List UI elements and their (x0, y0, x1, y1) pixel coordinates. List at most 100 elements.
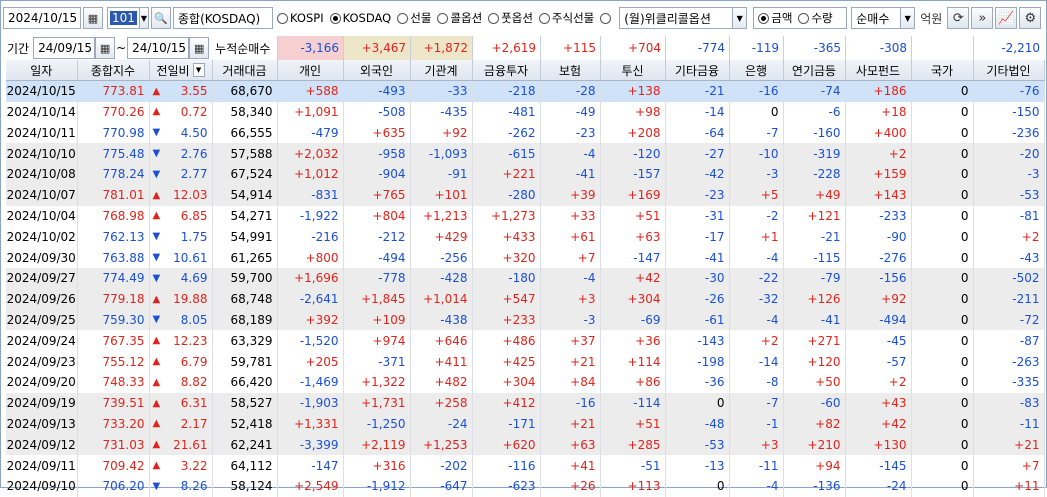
net-buy-cell: -143 (665, 330, 730, 352)
net-buy-cell: +433 (472, 226, 541, 248)
trade-value-cell: 52,418 (212, 413, 278, 435)
table-row[interactable]: 2024/09/23 755.12 ▲ 6.79 59,781 +205 -371 +411 +… (6, 351, 1045, 372)
gear-icon[interactable]: ⚙ (1019, 7, 1042, 29)
net-buy-cell: +635 (343, 122, 411, 144)
table-row[interactable]: 2024/09/19 739.51 ▲ 6.31 58,527 -1,903 +1,731 +… (6, 392, 1045, 414)
change-value: 10.61 (173, 250, 208, 265)
net-buy-cell: +412 (472, 392, 541, 414)
table-row[interactable]: 2024/09/13 733.20 ▲ 2.17 52,418 +1,331 -1,250-… (6, 413, 1045, 435)
column-header[interactable]: 전일비 ▼ (149, 60, 213, 82)
column-header[interactable]: 일자 (6, 60, 78, 82)
index-cell: 770.98 (77, 122, 150, 144)
table-row[interactable]: 2024/09/12 731.03 ▲ 21.61 62,241 -3,399 +2,119… (6, 434, 1045, 456)
chevron-down-icon[interactable]: ▼ (732, 8, 747, 28)
table-row[interactable]: 2024/10/14 770.26 ▲ 0.72 58,340 +1,091 -508 -43… (6, 101, 1045, 123)
net-buy-cell: -3 (729, 163, 784, 185)
triangle-down-icon: ▼ (152, 127, 161, 139)
table-row[interactable]: 2024/10/11 770.98 ▼ 4.50 66,555 -479 +635 +92 -2… (6, 122, 1045, 144)
code-combo[interactable]: 101 ▼ (107, 7, 149, 29)
index-name-field: 종합(KOSDAQ) (173, 7, 273, 29)
column-header[interactable]: 은행 (729, 60, 784, 82)
net-buy-cell: +92 (410, 122, 473, 144)
table-row[interactable]: 2024/10/08 778.24 ▼ 2.77 67,524 +1,012 -904 -91… (6, 163, 1045, 185)
date-cell: 2024/10/08 (6, 163, 78, 185)
trade-value-cell: 64,112 (212, 455, 278, 476)
radio-quantity[interactable]: 수량 (798, 10, 833, 26)
table-row[interactable]: 2024/10/15 773.81 ▲ 3.55 68,670 +588 -493 -33 -2… (6, 80, 1045, 102)
column-header[interactable]: 투신 (600, 60, 666, 82)
table-row[interactable]: 2024/09/20 748.33 ▲ 8.82 66,420 -1,469 +1,322 +… (6, 371, 1045, 393)
table-row[interactable]: 2024/10/07 781.01 ▲ 12.03 54,914 -831 +765 +101… (6, 184, 1045, 206)
column-header[interactable]: 금융투자 (472, 60, 541, 82)
column-header[interactable]: 기타금융 (665, 60, 730, 82)
cumulative-sum-cell: +704 (600, 36, 665, 60)
radio-weekly[interactable] (600, 12, 612, 24)
table-row[interactable]: 2024/10/10 775.48 ▼ 2.76 57,588 +2,032 -958 -1,… (6, 143, 1045, 164)
trade-value-cell: 54,991 (212, 226, 278, 248)
net-buy-cell: +51 (600, 205, 666, 227)
radio-futures[interactable]: 선물 (397, 10, 431, 26)
table-row[interactable]: 2024/09/24 767.35 ▲ 12.23 63,329 -1,520 +974 +6… (6, 330, 1045, 352)
index-cell: 739.51 (77, 392, 150, 414)
column-header[interactable]: 보험 (540, 60, 601, 82)
column-header[interactable]: 기타법인 (973, 60, 1045, 82)
radio-call-option[interactable]: 콜옵션 (437, 10, 482, 26)
radio-kosdaq[interactable]: KOSDAQ (329, 11, 391, 25)
change-value: 2.17 (180, 416, 208, 431)
column-header[interactable]: 국가 (911, 60, 974, 82)
net-buy-cell: +2 (729, 330, 784, 352)
chart-icon[interactable]: 📈 (995, 7, 1018, 29)
index-cell: 770.26 (77, 101, 150, 123)
radio-stock-futures[interactable]: 주식선물 (538, 10, 594, 26)
column-header[interactable]: 외국인 (343, 60, 411, 82)
table-row[interactable]: 2024/10/04 768.98 ▲ 6.85 54,271 -1,922 +804 +1,… (6, 205, 1045, 227)
radio-put-option[interactable]: 풋옵션 (488, 10, 533, 26)
net-buy-cell: -1 (729, 413, 784, 435)
net-buy-cell: 0 (911, 330, 974, 352)
net-buy-cell: +620 (472, 434, 541, 456)
net-buy-cell: -228 (783, 163, 846, 185)
net-buy-cell: +1,091 (277, 101, 344, 123)
table-row[interactable]: 2024/09/25 759.30 ▼ 8.05 68,189 +392 +109 -438 +… (6, 309, 1045, 331)
chevron-down-icon[interactable]: ▼ (192, 63, 205, 78)
cumulative-sum-cell: -2,210 (973, 36, 1044, 60)
radio-kospi[interactable]: KOSPI (277, 11, 324, 25)
net-buy-cell: -4 (540, 267, 601, 289)
index-cell: 779.18 (77, 288, 150, 310)
column-header[interactable]: 개인 (277, 60, 344, 82)
column-header[interactable]: 기관계 (410, 60, 473, 82)
index-cell: 773.81 (77, 80, 150, 102)
search-icon[interactable]: 🔍 (151, 7, 171, 29)
table-row[interactable]: 2024/09/30 763.88 ▼ 10.61 61,265 +800 -494 -256… (6, 247, 1045, 268)
table-row[interactable]: 2024/10/02 762.13 ▼ 1.75 54,991 -216 -212 +429 +… (6, 226, 1045, 248)
net-buy-cell: -61 (665, 309, 730, 331)
from-date-input[interactable]: 24/09/15 (33, 37, 96, 59)
column-header[interactable]: 연기금등 (783, 60, 846, 82)
date-input[interactable]: 2024/10/15 (3, 7, 81, 29)
to-date-input[interactable]: 24/10/15 (127, 37, 190, 59)
change-value: 8.05 (180, 312, 208, 327)
trade-value-cell: 58,340 (212, 101, 278, 123)
calendar-icon[interactable]: ▦ (95, 37, 116, 59)
column-header[interactable]: 거래대금 (212, 60, 278, 82)
calendar-icon[interactable]: ▦ (189, 37, 210, 59)
table-row[interactable]: 2024/09/26 779.18 ▲ 19.88 68,748 -2,641 +1,845… (6, 288, 1045, 310)
net-buy-cell: -3,399 (277, 434, 344, 456)
column-header[interactable]: 사모펀드 (845, 60, 912, 82)
cumulative-sums: -3,166 +3,467 +1,872 +2,619 +115 +704 -774 -119… (277, 36, 1044, 60)
weekly-option-select[interactable]: (월)위클리콜옵션 ▼ (619, 7, 748, 29)
net-buy-cell: -53 (973, 184, 1045, 206)
calendar-icon[interactable]: ▦ (83, 7, 103, 29)
chevron-down-icon[interactable]: ▼ (900, 8, 915, 28)
table-row[interactable]: 2024/09/10 706.20 ▼ 8.26 58,124 +2,549 -1,912-… (6, 475, 1045, 497)
date-cell: 2024/09/25 (6, 309, 78, 331)
table-row[interactable]: 2024/09/27 774.49 ▼ 4.69 59,700 +1,696 -778 -42… (6, 267, 1045, 289)
chevron-down-icon[interactable]: ▼ (138, 8, 148, 28)
radio-amount[interactable]: 금액 (758, 10, 792, 26)
table-row[interactable]: 2024/09/11 709.42 ▲ 3.22 64,112 -147 +316 -202-… (6, 455, 1045, 476)
column-header[interactable]: 종합지수 (77, 60, 150, 82)
date-cell: 2024/09/20 (6, 371, 78, 393)
net-type-select[interactable]: 순매수 ▼ (851, 7, 916, 29)
next-icon[interactable]: » (971, 7, 994, 29)
refresh-icon[interactable]: ⟳ (947, 7, 970, 29)
